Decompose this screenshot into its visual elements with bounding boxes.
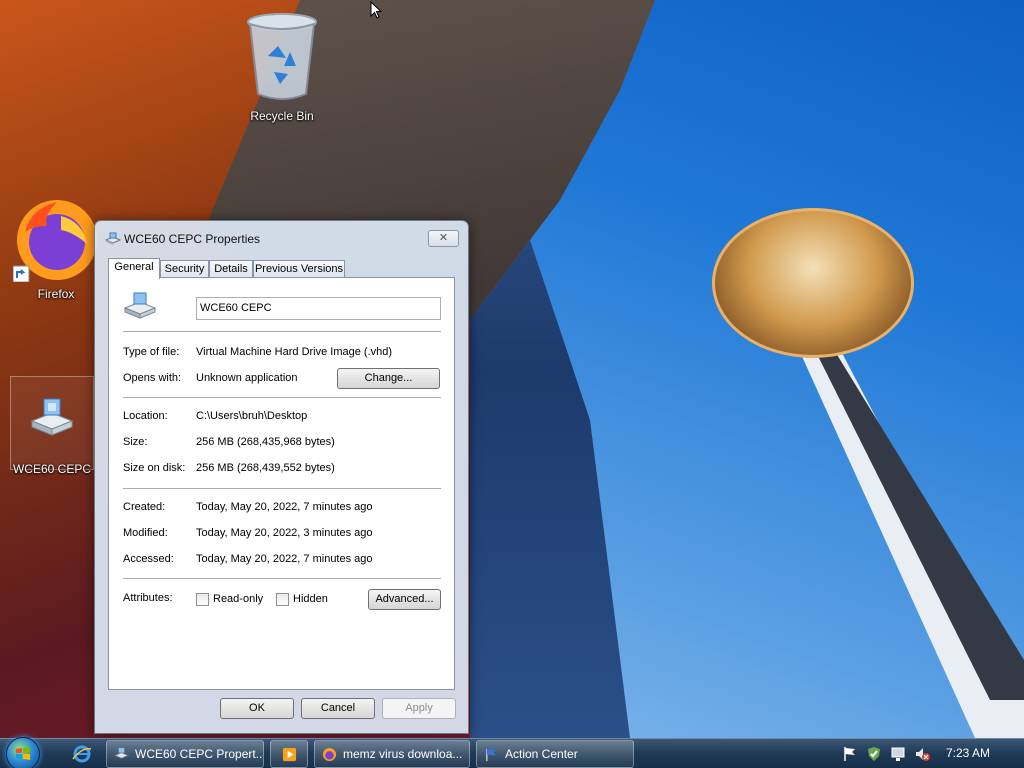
change-button[interactable]: Change...	[337, 368, 440, 389]
size-label: Size:	[123, 436, 148, 448]
taskbar-item-media-player[interactable]	[270, 740, 308, 768]
properties-window: WCE60 CEPC Properties ✕ General Security…	[94, 220, 469, 734]
desktop-icon-wce60-cepc[interactable]: WCE60 CEPC	[10, 376, 94, 476]
desktop-icon-label: Recycle Bin	[250, 109, 314, 123]
tab-details[interactable]: Details	[209, 260, 253, 278]
desktop-icon-recycle-bin[interactable]: Recycle Bin	[240, 8, 324, 123]
taskbar-item-label: memz virus downloa...	[343, 747, 463, 761]
separator	[123, 397, 441, 398]
tab-security[interactable]: Security	[160, 260, 209, 278]
file-type-icon	[123, 292, 157, 319]
window-title: WCE60 CEPC Properties	[124, 232, 261, 246]
internet-explorer-icon[interactable]	[72, 745, 92, 763]
modified-value: Today, May 20, 2022, 3 minutes ago	[196, 527, 373, 539]
taskbar-item-label: Action Center	[505, 747, 578, 761]
type-label: Type of file:	[123, 346, 180, 358]
created-value: Today, May 20, 2022, 7 minutes ago	[196, 501, 373, 513]
opens-with-label: Opens with:	[123, 372, 182, 384]
desktop-icon-firefox[interactable]: Firefox	[10, 196, 102, 301]
taskbar-item-action-center[interactable]: Action Center	[476, 740, 634, 768]
desktop-icon-label: WCE60 CEPC	[12, 462, 92, 476]
window-titlebar[interactable]: WCE60 CEPC Properties ✕	[95, 221, 468, 253]
general-tab-panel: WCE60 CEPC Type of file: Virtual Machine…	[108, 277, 455, 690]
start-button[interactable]	[6, 737, 40, 768]
type-value: Virtual Machine Hard Drive Image (.vhd)	[196, 346, 393, 358]
properties-icon	[114, 747, 129, 759]
modified-label: Modified:	[123, 527, 168, 539]
hidden-checkbox[interactable]	[276, 593, 289, 606]
accessed-value: Today, May 20, 2022, 7 minutes ago	[196, 553, 373, 565]
hidden-label: Hidden	[293, 593, 328, 605]
separator	[123, 578, 441, 579]
size-on-disk-label: Size on disk:	[123, 462, 186, 474]
mouse-cursor-icon	[370, 1, 382, 19]
readonly-checkbox[interactable]	[196, 593, 209, 606]
windows-logo-icon	[16, 747, 30, 760]
cancel-button[interactable]: Cancel	[301, 698, 375, 719]
location-value: C:\Users\bruh\Desktop	[196, 410, 308, 422]
created-label: Created:	[123, 501, 166, 513]
network-icon[interactable]	[890, 746, 906, 762]
drive-image-icon	[105, 232, 121, 245]
clock[interactable]: 7:23 AM	[946, 746, 990, 760]
recycle-bin-icon	[247, 13, 317, 100]
wallpaper-tower-top	[712, 208, 914, 358]
location-label: Location:	[123, 410, 168, 422]
separator	[123, 488, 441, 489]
hard-drive-image-icon	[30, 398, 74, 436]
size-value: 256 MB (268,435,968 bytes)	[196, 436, 335, 448]
taskbar-item-firefox[interactable]: memz virus downloa...	[314, 740, 470, 768]
action-center-flag-icon[interactable]	[842, 746, 858, 762]
size-on-disk-value: 256 MB (268,439,552 bytes)	[196, 462, 335, 474]
flag-icon	[486, 748, 497, 762]
speaker-muted-icon[interactable]	[914, 746, 930, 762]
apply-button[interactable]: Apply	[382, 698, 456, 719]
firefox-icon	[12, 200, 97, 283]
firefox-icon	[322, 747, 337, 762]
file-name-input[interactable]: WCE60 CEPC	[196, 297, 441, 320]
taskbar: WCE60 CEPC Propert... memz virus downloa…	[0, 737, 1024, 768]
security-shield-icon[interactable]	[866, 746, 882, 762]
accessed-label: Accessed:	[123, 553, 174, 565]
close-button[interactable]: ✕	[428, 230, 459, 247]
readonly-label: Read-only	[213, 593, 264, 605]
media-player-icon	[282, 747, 297, 762]
tab-general[interactable]: General	[108, 258, 160, 279]
tab-previous-versions[interactable]: Previous Versions	[253, 260, 345, 278]
taskbar-item-label: WCE60 CEPC Propert...	[135, 747, 264, 761]
desktop-icon-label: Firefox	[37, 287, 75, 301]
separator	[123, 331, 441, 332]
ok-button[interactable]: OK	[220, 698, 294, 719]
opens-with-value: Unknown application	[196, 372, 298, 384]
attributes-label: Attributes:	[123, 592, 173, 604]
advanced-button[interactable]: Advanced...	[368, 589, 441, 610]
taskbar-item-properties[interactable]: WCE60 CEPC Propert...	[106, 740, 264, 768]
